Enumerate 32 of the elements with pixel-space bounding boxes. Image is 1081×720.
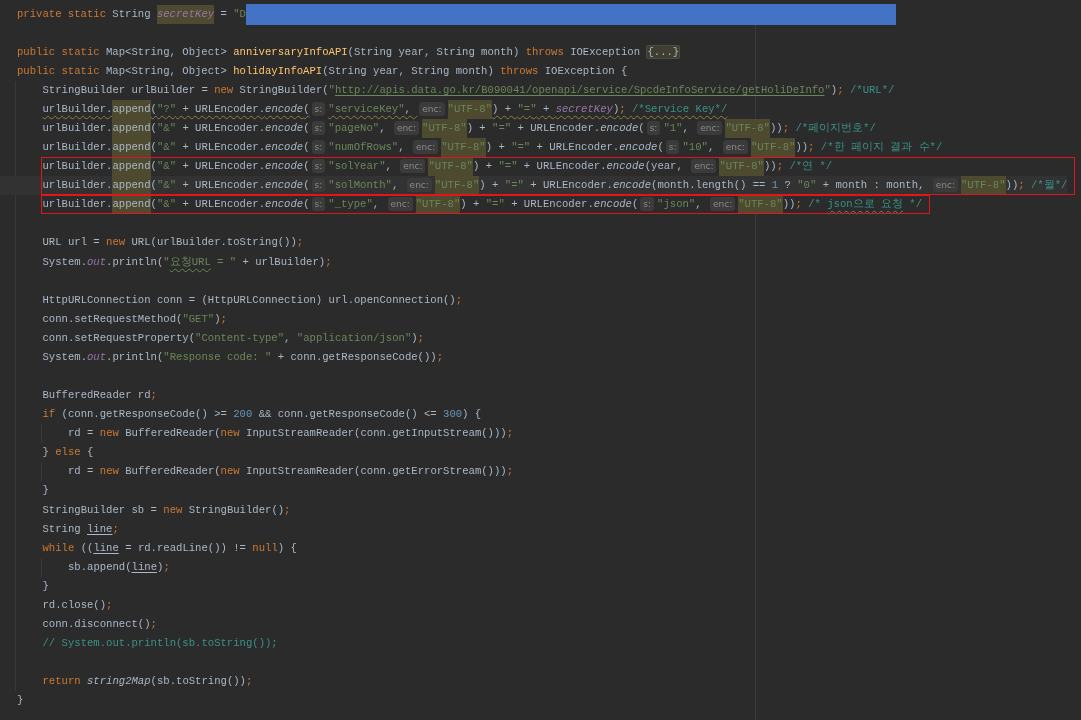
code-line: String line; [42, 521, 119, 537]
code-line: System.out.println("Response code: " + conn.getResponseCode()); [42, 349, 444, 365]
code-line: } else { [42, 445, 94, 461]
code-line: URL url = new URL(urlBuilder.toString()); [42, 235, 304, 251]
code-line: urlBuilder.append("&" + URLEncoder.encode( s: "solMonth", enc: "UTF-8") + "=" + URLEncoder.encode(month.length() == 1 ? "0" + month : month, enc: "UTF-8")); /*월*/ [42, 176, 1068, 196]
code-line: sb.append(line); [68, 559, 170, 575]
code-line: StringBuilder sb = new StringBuilder(); [42, 502, 291, 518]
code-line: while ((line = rd.readLine()) != null) { [42, 540, 297, 556]
code-line: urlBuilder.append("&" + URLEncoder.encode( s: "solYear", enc: "UTF-8") + "=" + URLEncoder.encode(year, enc: "UTF-8")); /*연 */ [42, 157, 833, 177]
code-line: } [17, 693, 24, 709]
code-line: urlBuilder.append("&" + URLEncoder.encode( s: "_type", enc: "UTF-8") + "=" + URLEncoder.encode( s: "json", enc: "UTF-8")); /* json으로 요청 */ [42, 195, 923, 215]
code-line: return string2Map(sb.toString()); [42, 674, 253, 690]
code-line: conn.setRequestProperty("Content-type", "application/json"); [42, 330, 424, 346]
code-line: conn.setRequestMethod("GET"); [42, 311, 227, 327]
code-line: conn.disconnect(); [42, 617, 157, 632]
code-line: // System.out.println(sb.toString()); [42, 636, 278, 652]
code-line: rd.close(); [42, 597, 113, 613]
code-line: public static Map<String, Object> anniversaryInfoAPI(String year, String month) throws IOException {...} [17, 43, 681, 61]
code-line: HttpURLConnection conn = (HttpURLConnection) url.openConnection(); [42, 292, 463, 308]
code-line: rd = new BufferedReader(new InputStreamReader(conn.getInputStream())); [68, 426, 514, 442]
code-line: urlBuilder.append("&" + URLEncoder.encode( s: "numOfRows", enc: "UTF-8") + "=" + URLEncoder.encode( s: "10", enc: "UTF-8")); /*한 페이지 결과 수*/ [42, 138, 943, 158]
code-line: } [42, 483, 49, 499]
code-line: public static Map<String, Object> holidayInfoAPI(String year, String month) throws IOException { [17, 63, 628, 79]
code-line: urlBuilder.append("?" + URLEncoder.encode( s: "serviceKey", enc: "UTF-8") + "=" + secretKey); /*Service Key*/ [42, 99, 728, 119]
code-line: rd = new BufferedReader(new InputStreamReader(conn.getErrorStream())); [68, 464, 514, 480]
code-line: StringBuilder urlBuilder = new StringBuilder("http://apis.data.go.kr/B090041/openapi/service/SpcdeInfoService/getHoliDeInfo"); /*URL*/ [42, 82, 895, 98]
code-line: System.out.println("요청URL = " + urlBuilder); [42, 254, 332, 270]
code-line: private static String secretKey = "D [17, 4, 246, 24]
code-line: urlBuilder.append("&" + URLEncoder.encode( s: "pageNo", enc: "UTF-8") + "=" + URLEncoder.encode( s: "1", enc: "UTF-8")); /*페이지번호*/ [42, 118, 876, 139]
code-line: BufferedReader rd; [42, 388, 157, 404]
code-line: } [42, 578, 49, 594]
code-line: if (conn.getResponseCode() >= 200 && conn.getResponseCode() <= 300) { [42, 407, 482, 423]
